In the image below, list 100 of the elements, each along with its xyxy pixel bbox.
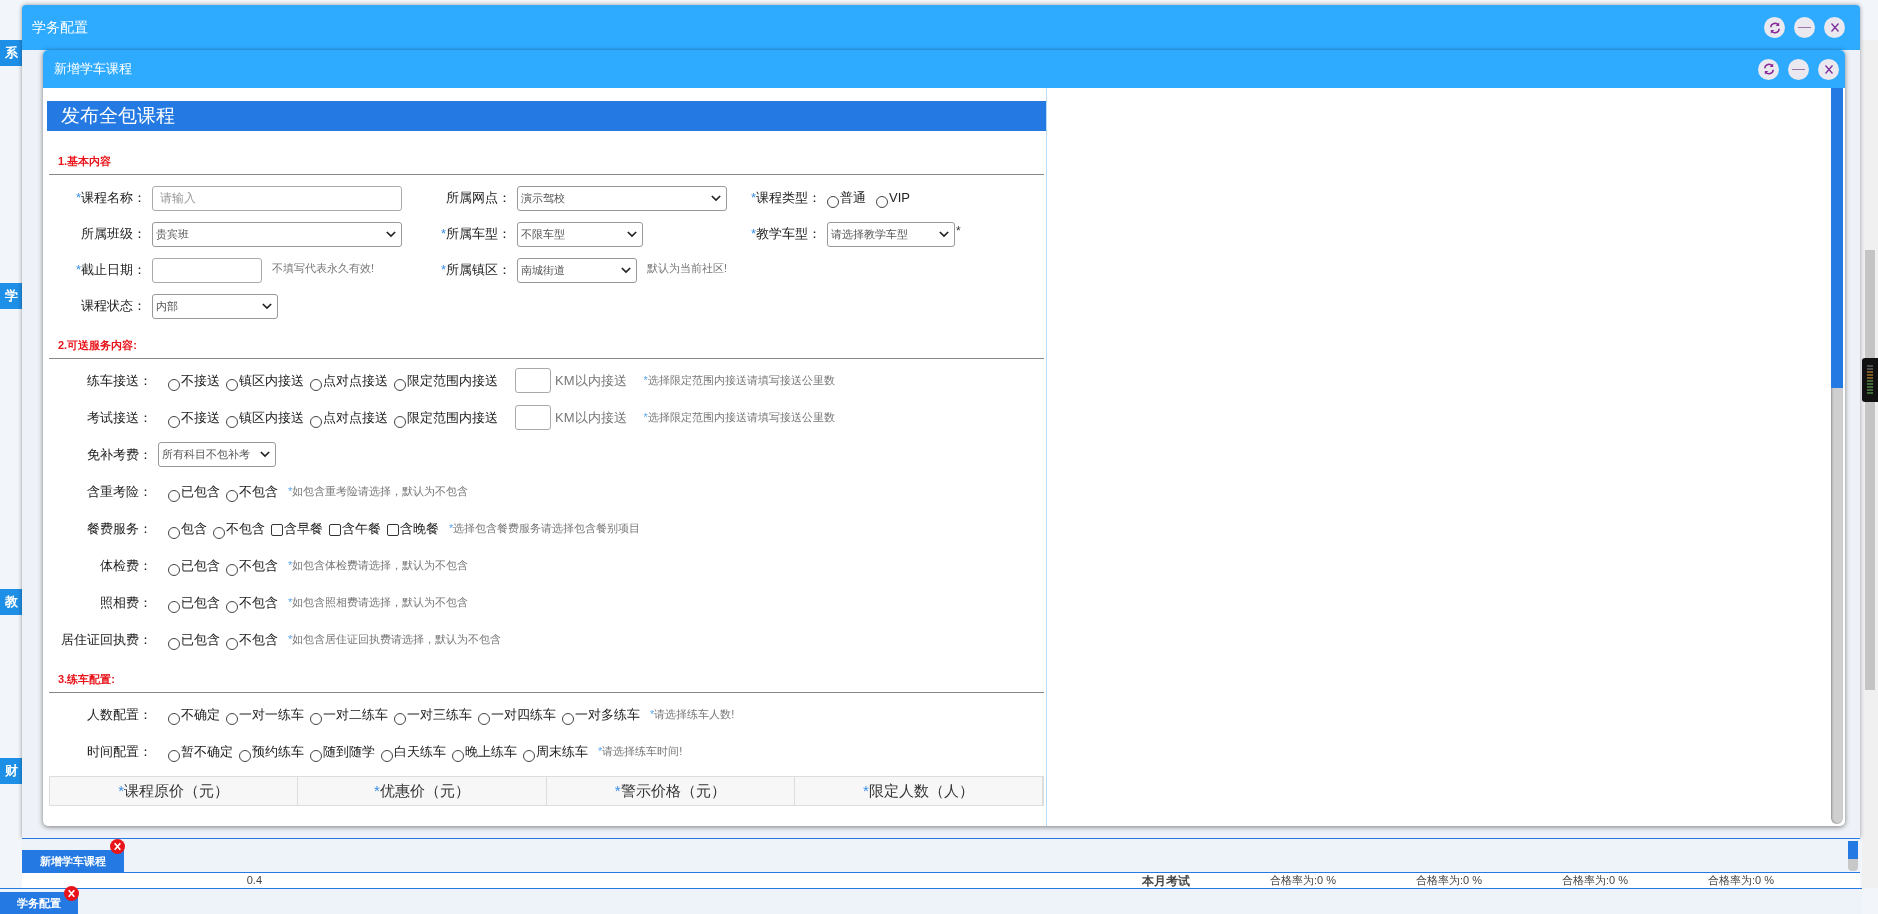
checkbox[interactable] <box>329 523 341 536</box>
radio-button[interactable] <box>226 600 238 613</box>
field-label: 照相费： <box>100 594 152 610</box>
refresh-icon <box>1767 20 1782 35</box>
option-label: 一对一练车 <box>239 706 304 723</box>
taskbar-tab[interactable]: 学务配置 <box>0 892 78 914</box>
required-mark: * <box>440 262 446 278</box>
input-field[interactable] <box>515 405 551 430</box>
table-header-cell: *优惠价（元） <box>298 777 547 805</box>
radio-button[interactable] <box>381 749 393 762</box>
radio-button[interactable] <box>226 712 238 725</box>
field-label: 课程名称： <box>81 190 146 206</box>
option-label: 已包含 <box>181 594 220 611</box>
select-field[interactable]: 内部 <box>152 293 278 319</box>
close-icon[interactable] <box>110 839 125 854</box>
radio-button[interactable] <box>168 749 180 762</box>
radio-button[interactable] <box>523 749 535 762</box>
required-mark: * <box>598 745 603 758</box>
select-field[interactable]: 南城街道 <box>517 257 637 283</box>
radio-button[interactable] <box>226 378 238 391</box>
radio-button[interactable] <box>168 600 180 613</box>
radio-button[interactable] <box>213 526 225 539</box>
required-mark: * <box>862 782 869 799</box>
refresh-button[interactable] <box>1764 17 1785 38</box>
radio-button[interactable] <box>226 415 238 428</box>
hint-text: 不填写代表永久有效! <box>272 261 375 274</box>
chevron-down-icon <box>386 230 396 238</box>
radio-button[interactable] <box>226 489 238 502</box>
option-label: 不包含 <box>239 483 278 500</box>
input-field[interactable] <box>152 257 262 283</box>
radio-button[interactable] <box>226 637 238 650</box>
required-mark: * <box>650 708 655 721</box>
radio-button[interactable] <box>168 637 180 650</box>
taskbar-tab[interactable]: 新增学车课程 <box>22 850 124 872</box>
select-field[interactable]: 不限车型 <box>517 221 643 247</box>
radio-button[interactable] <box>827 196 839 208</box>
radio-button[interactable] <box>452 749 464 762</box>
required-mark: * <box>614 782 621 799</box>
option-label: 一对四练车 <box>491 706 556 723</box>
radio-button[interactable] <box>394 378 406 391</box>
minimize-button[interactable] <box>1794 17 1815 38</box>
required-mark: * <box>288 485 293 498</box>
close-icon[interactable] <box>64 886 79 901</box>
radio-button[interactable] <box>310 712 322 725</box>
hint-text: 默认为当前社区! <box>646 261 727 274</box>
minimize-button[interactable] <box>1788 58 1809 80</box>
radio-button[interactable] <box>394 712 406 725</box>
radio-button[interactable] <box>226 563 238 576</box>
field-label: 教学车型： <box>756 226 821 242</box>
checkbox[interactable] <box>271 523 283 536</box>
select-field[interactable]: 演示驾校 <box>517 185 727 211</box>
radio-button[interactable] <box>562 712 574 725</box>
radio-button[interactable] <box>239 749 251 762</box>
radio-button[interactable] <box>168 712 180 725</box>
radio-button[interactable] <box>168 526 180 539</box>
chevron-down-icon <box>939 230 949 238</box>
close-button[interactable] <box>1818 58 1839 80</box>
chevron-down-icon <box>627 230 637 238</box>
stat-text: 合格率为:0 % <box>1270 875 1336 886</box>
radio-button[interactable] <box>394 415 406 428</box>
required-mark: * <box>75 262 81 278</box>
option-label: 一对二练车 <box>323 706 388 723</box>
radio-button[interactable] <box>168 563 180 576</box>
option-label: 包含 <box>181 520 207 537</box>
radio-button[interactable] <box>310 415 322 428</box>
section-title: 2.可送服务内容: <box>58 339 137 351</box>
input-field[interactable] <box>515 368 551 393</box>
radio-button[interactable] <box>876 196 888 208</box>
refresh-button[interactable] <box>1758 58 1779 80</box>
form-heading: 发布全包课程 <box>47 101 1046 131</box>
required-mark: * <box>288 633 293 646</box>
stat-text: 合格率为:0 % <box>1562 875 1629 886</box>
option-label: 不接送 <box>181 409 220 426</box>
input-field[interactable]: 请输入 <box>152 185 402 211</box>
radio-button[interactable] <box>310 378 322 391</box>
stats-title: 本月考试 <box>1142 874 1190 887</box>
select-field[interactable]: 请选择教学车型 <box>827 221 955 247</box>
option-label: 已包含 <box>181 631 220 648</box>
chevron-down-icon <box>620 266 631 274</box>
option-label: 含早餐 <box>284 520 323 537</box>
select-field[interactable]: 贵宾班 <box>152 221 402 247</box>
close-button[interactable] <box>1824 17 1845 38</box>
unit-label: KM以内接送 <box>555 408 627 427</box>
scrollbar-thumb[interactable] <box>1831 88 1843 388</box>
radio-button[interactable] <box>310 749 322 762</box>
radio-button[interactable] <box>168 415 180 428</box>
checkbox[interactable] <box>387 523 399 536</box>
window-title: 新增学车课程 <box>54 60 132 79</box>
required-mark: * <box>288 559 293 572</box>
select-field[interactable]: 所有科目不包补考 <box>158 442 276 467</box>
chevron-down-icon <box>711 194 721 202</box>
radio-button[interactable] <box>478 712 490 725</box>
field-label: 课程类型： <box>756 190 821 206</box>
radio-button[interactable] <box>168 489 180 502</box>
option-label: 普通 <box>840 190 866 206</box>
radio-button[interactable] <box>168 378 180 391</box>
scrollbar-thumb[interactable] <box>1848 841 1858 859</box>
scrollbar-thumb[interactable] <box>1865 250 1875 690</box>
option-label: 镇区内接送 <box>239 409 304 426</box>
option-label: 含晚餐 <box>400 520 439 537</box>
